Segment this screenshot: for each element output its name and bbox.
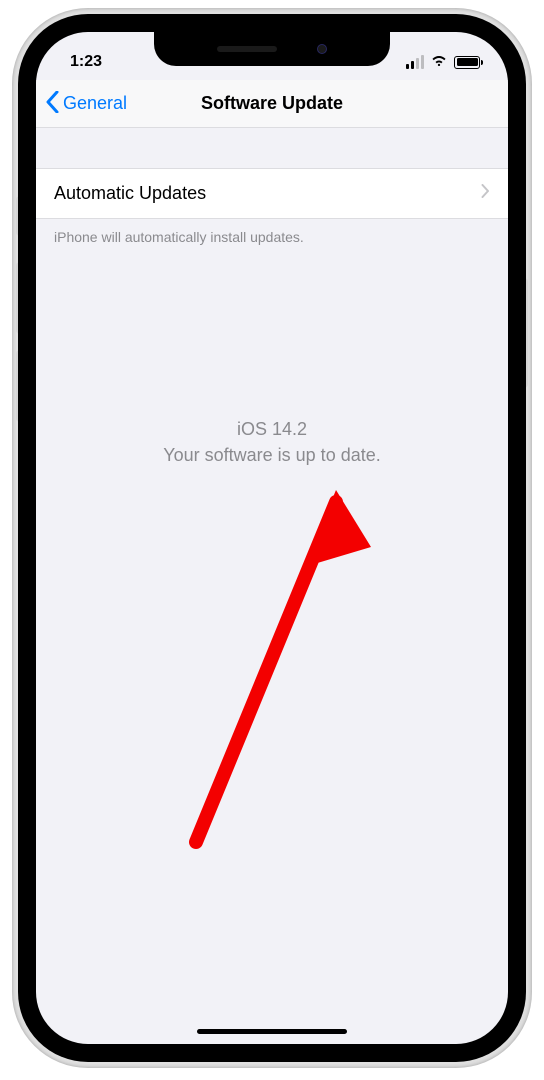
wifi-icon xyxy=(430,53,448,72)
battery-icon xyxy=(454,56,480,69)
notch xyxy=(154,32,390,66)
update-status: iOS 14.2 Your software is up to date. xyxy=(36,416,508,468)
screen: 1:23 General xyxy=(36,32,508,1044)
back-label: General xyxy=(63,93,127,114)
chevron-right-icon xyxy=(481,184,490,203)
up-to-date-message: Your software is up to date. xyxy=(36,442,508,468)
chevron-left-icon xyxy=(46,91,59,117)
device-bezel: 1:23 General xyxy=(18,14,526,1062)
navigation-bar: General Software Update xyxy=(36,80,508,128)
status-icons xyxy=(406,53,480,72)
automatic-updates-label: Automatic Updates xyxy=(54,183,206,204)
device-frame: 1:23 General xyxy=(12,8,532,1068)
automatic-updates-footer: iPhone will automatically install update… xyxy=(36,219,508,255)
settings-group: Automatic Updates xyxy=(36,168,508,219)
status-time: 1:23 xyxy=(70,53,102,71)
content-area: Automatic Updates iPhone will automatica… xyxy=(36,128,508,1044)
page-title: Software Update xyxy=(201,93,343,114)
earpiece xyxy=(217,46,277,52)
home-indicator[interactable] xyxy=(197,1029,347,1034)
back-button[interactable]: General xyxy=(46,80,127,127)
automatic-updates-cell[interactable]: Automatic Updates xyxy=(36,169,508,218)
front-camera xyxy=(317,44,327,54)
cellular-signal-icon xyxy=(406,55,424,69)
ios-version-label: iOS 14.2 xyxy=(36,416,508,442)
